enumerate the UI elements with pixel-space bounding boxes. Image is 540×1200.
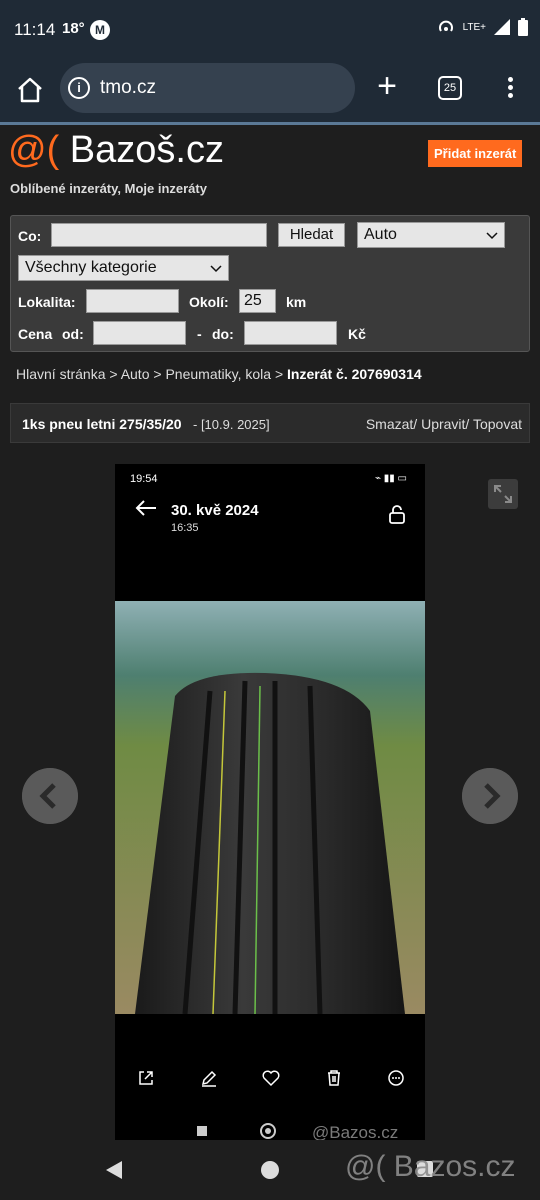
previous-photo-button[interactable] — [22, 768, 78, 824]
photo-actions — [137, 1069, 405, 1087]
breadcrumb-current: Inzerát č. 207690314 — [287, 366, 422, 382]
breadcrumb-home[interactable]: Hlavní stránka — [16, 366, 105, 382]
next-photo-button[interactable] — [462, 768, 518, 824]
fullscreen-icon[interactable] — [488, 479, 518, 509]
price-to-label: do: — [212, 326, 234, 342]
url-bar[interactable]: i tmo.cz — [60, 63, 355, 113]
co-label: Co: — [18, 228, 42, 244]
ad-date: - [10.9. 2025] — [193, 417, 270, 432]
radius-value: 25 — [244, 292, 262, 309]
breadcrumb-separator: > — [109, 366, 118, 382]
chevron-down-icon — [486, 232, 498, 240]
currency-label: Kč — [348, 326, 366, 342]
new-tab-button[interactable]: + — [372, 69, 402, 103]
km-label: km — [286, 294, 307, 310]
price-label: Cena — [18, 326, 53, 342]
breadcrumb-separator: > — [274, 366, 284, 382]
search-button[interactable]: Hledat — [278, 223, 345, 247]
photo-status-icons: ⌁ ▮▮ ▭ — [374, 473, 407, 484]
ad-title-bar: 1ks pneu letni 275/35/20 - [10.9. 2025] … — [10, 403, 530, 443]
locality-input[interactable] — [86, 289, 179, 313]
back-arrow-icon — [135, 500, 156, 516]
photo-time: 16:35 — [171, 522, 199, 534]
site-logo[interactable]: @( Bazoš.cz — [8, 129, 224, 172]
heart-icon — [262, 1070, 280, 1087]
chevron-down-icon — [210, 265, 222, 273]
breadcrumb-section[interactable]: Auto — [121, 366, 150, 382]
search-form: Co: Hledat Auto Všechny kategorie Lokali… — [10, 215, 530, 352]
category-select[interactable]: Všechny kategorie — [18, 255, 229, 281]
network-type: LTE+ — [462, 21, 486, 33]
logo-text: Bazoš.cz — [69, 129, 224, 171]
radius-label: Okolí: — [189, 294, 229, 310]
lock-icon — [389, 505, 405, 524]
breadcrumb-separator: > — [153, 366, 162, 382]
browser-menu-button[interactable] — [500, 74, 520, 104]
motorola-icon: M — [90, 20, 110, 40]
price-dash: - — [197, 326, 202, 342]
price-from-label: od: — [62, 326, 84, 342]
favorite-links[interactable]: Oblíbené inzeráty, Moje inzeráty — [10, 181, 207, 196]
share-icon — [139, 1071, 153, 1085]
section-select-value: Auto — [364, 226, 397, 243]
tab-switcher-button[interactable]: 25 — [438, 76, 462, 100]
home-icon[interactable] — [14, 74, 46, 106]
bazos-watermark: @( Bazos.cz — [345, 1150, 516, 1183]
url-text[interactable]: tmo.cz — [100, 77, 156, 99]
section-select[interactable]: Auto — [357, 222, 505, 248]
status-icons: LTE+ — [437, 18, 528, 36]
breadcrumb: Hlavní stránka > Auto > Pneumatiky, kola… — [16, 366, 422, 382]
home-nav-icon[interactable] — [260, 1160, 280, 1180]
search-input[interactable] — [51, 223, 267, 247]
signal-icon — [494, 19, 510, 35]
add-ad-button[interactable]: Přidat inzerát — [428, 140, 523, 167]
browser-toolbar: i tmo.cz + 25 — [0, 62, 540, 122]
edit-icon — [201, 1070, 216, 1087]
ad-photo[interactable]: 19:54 ⌁ ▮▮ ▭ 30. kvě 2024 16:35 — [115, 464, 425, 1140]
ad-title: 1ks pneu letni 275/35/20 — [22, 416, 182, 432]
photo-date: 30. kvě 2024 — [171, 502, 259, 519]
price-from-input[interactable] — [93, 321, 186, 345]
price-to-input[interactable] — [244, 321, 337, 345]
status-temperature: 18° — [62, 20, 85, 37]
back-icon[interactable] — [104, 1160, 124, 1180]
status-time: 11:14 — [14, 20, 56, 39]
breadcrumb-category[interactable]: Pneumatiky, kola — [165, 366, 271, 382]
radius-input[interactable]: 25 — [239, 289, 276, 313]
tire-photo — [115, 601, 425, 1015]
more-icon — [388, 1070, 404, 1086]
info-icon[interactable]: i — [68, 77, 90, 99]
category-select-value: Všechny kategorie — [25, 259, 157, 276]
logo-mark: @( — [8, 129, 60, 171]
page-content: @( Bazoš.cz Přidat inzerát Oblíbené inze… — [0, 125, 540, 1150]
battery-icon — [518, 18, 528, 36]
locality-label: Lokalita: — [18, 294, 76, 310]
delete-icon — [327, 1070, 340, 1086]
photo-status-time: 19:54 — [130, 473, 158, 485]
status-bar: 11:14 18° M LTE+ — [0, 0, 540, 62]
hotspot-icon — [438, 20, 453, 32]
ad-actions[interactable]: Smazat/ Upravit/ Topovat — [366, 416, 522, 432]
